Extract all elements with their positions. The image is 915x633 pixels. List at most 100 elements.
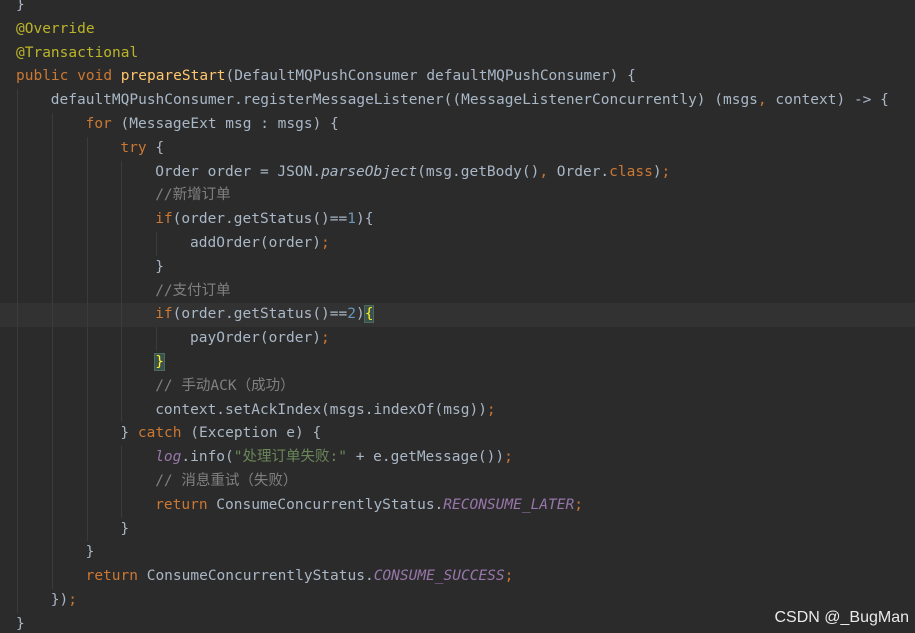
code-text: @Override xyxy=(16,18,95,42)
code-token: } xyxy=(16,615,25,632)
code-line[interactable]: context.setAckIndex(msgs.indexOf(msg)); xyxy=(0,398,915,423)
code-token: //新增订单 xyxy=(155,187,231,204)
code-token: CONSUME_SUCCESS xyxy=(373,568,505,585)
code-token: ; xyxy=(574,496,583,513)
code-text: } xyxy=(86,541,95,565)
code-text: @Transactional xyxy=(16,42,138,66)
code-editor[interactable]: } @Override @Transactional public void prep… xyxy=(0,0,915,633)
code-line[interactable]: defaultMQPushConsumer.registerMessageLis… xyxy=(0,89,915,113)
code-token: , xyxy=(539,163,549,180)
code-line[interactable]: return ConsumeConcurrentlyStatus.RECONSU… xyxy=(0,493,915,518)
indent-guide xyxy=(121,279,123,304)
code-line[interactable]: if(order.getStatus()==1){ xyxy=(0,208,915,232)
code-line[interactable]: return ConsumeConcurrentlyStatus.CONSUME… xyxy=(0,565,915,589)
code-token: class xyxy=(609,163,653,180)
indent-guide xyxy=(17,374,18,399)
code-text: context.setAckIndex(msgs.indexOf(msg)); xyxy=(155,399,495,423)
code-text: } xyxy=(16,613,25,633)
indent-guide xyxy=(121,398,123,423)
code-text: return ConsumeConcurrentlyStatus.RECONSU… xyxy=(155,494,583,518)
indent-guide xyxy=(17,589,18,613)
indent-guide xyxy=(86,160,88,185)
code-token: (DefaultMQPushConsumer defaultMQPushCons… xyxy=(225,68,636,85)
indent-guide xyxy=(51,446,53,470)
indent-guide xyxy=(121,351,123,375)
code-line[interactable]: @Transactional xyxy=(0,42,915,66)
code-line[interactable]: if(order.getStatus()==2){ xyxy=(0,303,915,328)
code-token: ; xyxy=(68,592,77,608)
indent-guide xyxy=(51,160,53,185)
indent-guide xyxy=(17,279,18,304)
code-line[interactable]: // 消息重试（失败） xyxy=(0,470,915,494)
indent-guide xyxy=(51,232,53,256)
code-line[interactable]: public void prepareStart(DefaultMQPushCo… xyxy=(0,65,915,89)
code-line[interactable]: } xyxy=(0,255,915,280)
indent-guide xyxy=(121,208,123,232)
code-token: ; xyxy=(504,568,514,585)
code-token: ; xyxy=(320,330,330,347)
indent-guide xyxy=(121,160,123,185)
indent-guide xyxy=(86,327,88,351)
code-line[interactable]: try { xyxy=(0,136,915,161)
indent-guide xyxy=(51,470,53,494)
indent-guide xyxy=(121,232,123,256)
code-token: parseObject xyxy=(321,163,418,180)
code-line[interactable]: log.info("处理订单失败:" + e.getMessage()); xyxy=(0,446,915,470)
code-text: log.info("处理订单失败:" + e.getMessage()); xyxy=(155,446,513,470)
code-token: (Exception e) { xyxy=(181,425,322,442)
code-token: ConsumeConcurrentlyStatus. xyxy=(137,568,374,585)
code-line[interactable]: } xyxy=(0,351,915,375)
code-line[interactable]: } catch (Exception e) { xyxy=(0,422,915,447)
indent-guide xyxy=(51,374,53,399)
code-text: } xyxy=(155,256,164,280)
indent-guide xyxy=(17,89,18,113)
code-text: }); xyxy=(51,589,77,613)
code-text: defaultMQPushConsumer.registerMessageLis… xyxy=(51,89,889,113)
indent-guide xyxy=(17,113,18,137)
code-line[interactable]: Order order = JSON.parseObject(msg.getBo… xyxy=(0,160,915,185)
code-line[interactable]: payOrder(order); xyxy=(0,327,915,351)
code-text: public void prepareStart(DefaultMQPushCo… xyxy=(16,65,636,89)
code-token: // 手动ACK（成功） xyxy=(155,377,295,394)
code-token: ConsumeConcurrentlyStatus. xyxy=(207,496,444,513)
code-token: "处理订单失败:" xyxy=(233,449,347,466)
indent-guide xyxy=(51,422,53,447)
indent-guide xyxy=(86,351,88,375)
indent-guide xyxy=(17,422,18,447)
code-token: context.setAckIndex(msgs.indexOf(msg)) xyxy=(155,401,487,418)
indent-guide xyxy=(156,232,158,256)
indent-guide xyxy=(17,232,18,256)
indent-guide xyxy=(86,303,88,328)
code-line[interactable]: @Override xyxy=(0,18,915,42)
indent-guide xyxy=(86,208,88,232)
indent-guide xyxy=(51,184,53,209)
code-token: } xyxy=(120,425,138,442)
indent-guide xyxy=(17,541,18,566)
code-token: (MessageExt msg : msgs) { xyxy=(111,116,339,132)
indent-guide xyxy=(51,113,53,137)
indent-guide xyxy=(17,398,18,423)
code-line[interactable]: //新增订单 xyxy=(0,184,915,209)
indent-guide xyxy=(17,446,18,470)
code-line[interactable]: // 手动ACK（成功） xyxy=(0,374,915,399)
indent-guide xyxy=(17,517,18,542)
indent-guide xyxy=(86,493,88,518)
code-text: payOrder(order); xyxy=(190,327,330,351)
code-line[interactable]: addOrder(order); xyxy=(0,232,915,256)
indent-guide xyxy=(17,565,18,589)
code-line[interactable]: } xyxy=(0,541,915,566)
code-token: defaultMQPushConsumer.registerMessageLis… xyxy=(50,92,758,109)
code-token: } xyxy=(154,353,165,371)
code-token: if xyxy=(155,306,173,323)
code-line[interactable]: //支付订单 xyxy=(0,279,915,304)
code-line[interactable]: } xyxy=(0,0,915,18)
code-text: } xyxy=(154,351,165,375)
code-token: ; xyxy=(504,449,513,466)
code-text: // 手动ACK（成功） xyxy=(155,375,294,399)
indent-guide xyxy=(51,136,53,161)
code-line[interactable]: for (MessageExt msg : msgs) { xyxy=(0,113,915,137)
code-token: } xyxy=(155,258,164,275)
code-line[interactable]: } xyxy=(0,517,915,542)
